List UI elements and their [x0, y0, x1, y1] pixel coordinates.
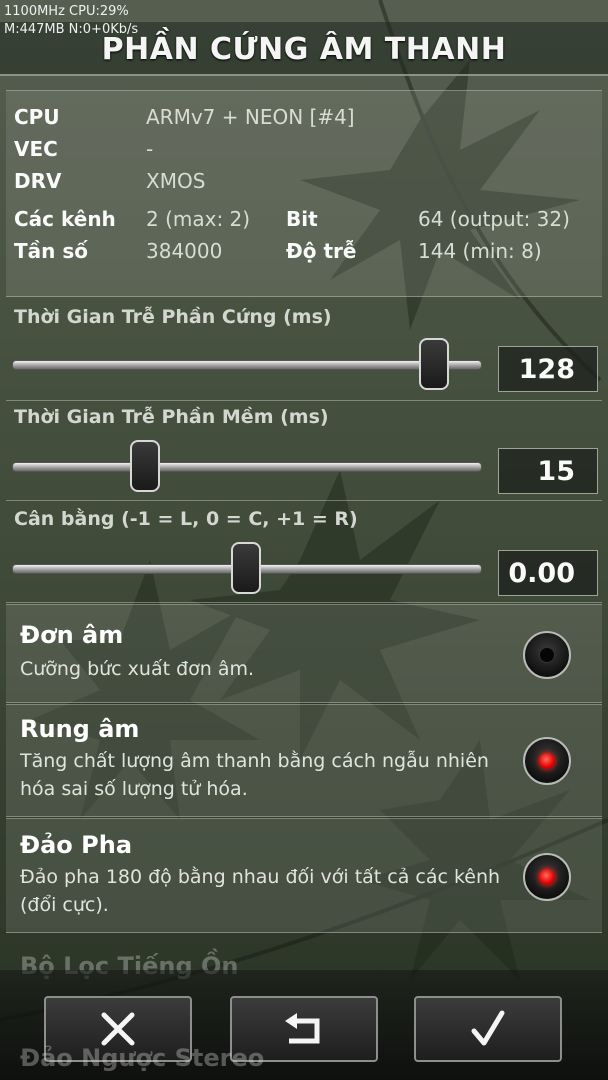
divider	[6, 816, 602, 817]
phase-invert-description: Đảo pha 180 độ bằng nhau đối với tất cả …	[20, 866, 501, 916]
hw-delay-label: Thời Gian Trễ Phần Cứng (ms)	[14, 306, 332, 328]
hw-delay-value-box[interactable]: 128	[498, 346, 598, 392]
drv-label: DRV	[14, 169, 62, 193]
vec-label: VEC	[14, 137, 58, 161]
phase-invert-title: Đảo Pha	[20, 831, 133, 859]
return-arrow-icon	[285, 1013, 320, 1044]
sw-delay-label: Thời Gian Trễ Phần Mềm (ms)	[14, 406, 329, 428]
cpu-label: CPU	[14, 105, 60, 129]
toggle-indicator-icon	[539, 869, 555, 885]
latency-value: 144 (min: 8)	[418, 239, 542, 263]
latency-label: Độ trễ	[286, 239, 357, 263]
divider	[6, 500, 602, 501]
frequency-label: Tần số	[14, 239, 88, 263]
system-status-overlay: 1100MHz CPU:29% M:447MB N:0+0Kb/s	[4, 3, 138, 39]
dither-option[interactable]: Rung âm Tăng chất lượng âm thanh bằng cá…	[6, 704, 602, 817]
confirm-button[interactable]	[414, 996, 562, 1062]
sw-delay-value-box[interactable]: 15	[498, 448, 598, 494]
mono-description: Cưỡng bức xuất đơn âm.	[20, 658, 255, 680]
frequency-value: 384000	[146, 239, 223, 263]
balance-slider-thumb[interactable]	[231, 542, 261, 594]
divider	[6, 400, 602, 401]
vec-value: -	[146, 137, 154, 161]
hw-delay-slider-thumb[interactable]	[419, 338, 450, 390]
divider	[6, 296, 602, 297]
memory-network-status-text: M:447MB N:0+0Kb/s	[4, 22, 139, 37]
settings-content: CPU ARMv7 + NEON [#4] VEC - DRV XMOS Các…	[6, 90, 602, 1080]
mono-title: Đơn âm	[20, 621, 124, 649]
toggle-indicator-icon	[539, 753, 555, 769]
phase-invert-option[interactable]: Đảo Pha Đảo pha 180 độ bằng nhau đối với…	[6, 818, 602, 933]
bit-label: Bit	[286, 207, 318, 231]
divider	[6, 702, 602, 703]
sw-delay-slider-track[interactable]	[12, 462, 482, 472]
bit-value: 64 (output: 32)	[418, 207, 570, 231]
dither-toggle[interactable]	[523, 737, 571, 785]
drv-value: XMOS	[146, 169, 206, 193]
divider	[6, 932, 602, 933]
mono-option[interactable]: Đơn âm Cưỡng bức xuất đơn âm.	[6, 604, 602, 703]
phase-invert-toggle[interactable]	[523, 853, 571, 901]
divider	[6, 602, 602, 603]
balance-value-box[interactable]: 0.00	[498, 550, 598, 596]
hardware-info-panel: CPU ARMv7 + NEON [#4] VEC - DRV XMOS Các…	[6, 90, 602, 297]
dither-title: Rung âm	[20, 715, 140, 743]
hw-delay-slider-track[interactable]	[12, 360, 482, 370]
channels-label: Các kênh	[14, 207, 116, 231]
sw-delay-slider-thumb[interactable]	[130, 440, 161, 492]
channels-value: 2 (max: 2)	[146, 207, 251, 231]
mono-toggle[interactable]	[523, 631, 571, 679]
bottom-button-bar: Đảo Ngược Stereo	[0, 970, 608, 1080]
toggle-indicator-icon	[539, 647, 555, 663]
checkmark-icon	[471, 1010, 505, 1046]
cpu-value: ARMv7 + NEON [#4]	[146, 105, 355, 129]
balance-label: Cân bằng (-1 = L, 0 = C, +1 = R)	[14, 508, 358, 530]
stereo-reverse-title: Đảo Ngược Stereo	[20, 1044, 265, 1072]
cpu-status-text: 1100MHz CPU:29%	[4, 4, 129, 19]
dither-description: Tăng chất lượng âm thanh bằng cách ngẫu …	[20, 750, 489, 800]
close-icon	[101, 1012, 135, 1046]
